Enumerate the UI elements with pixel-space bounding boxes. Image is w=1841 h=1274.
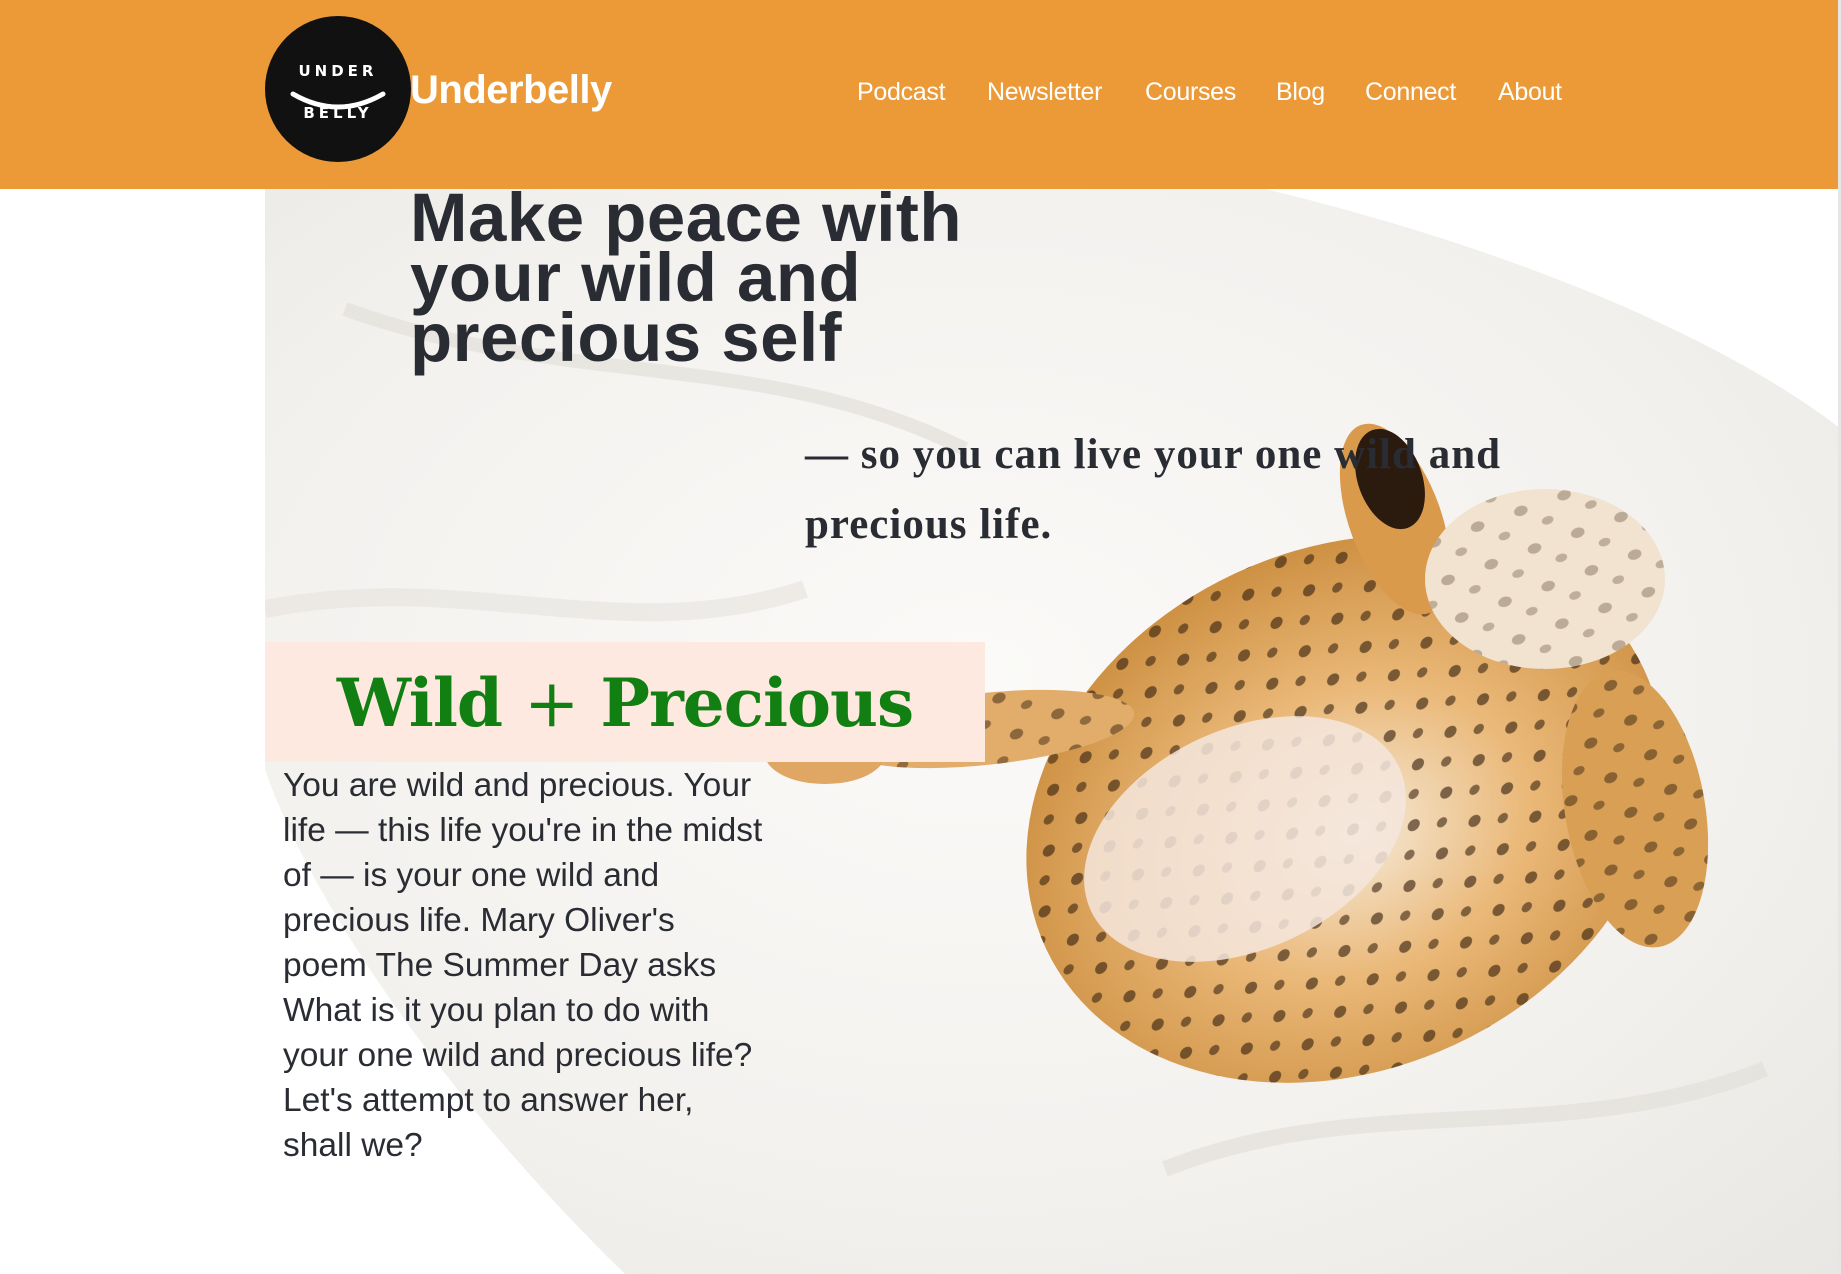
callout-title: Wild + Precious (265, 664, 985, 742)
brand-name[interactable]: Underbelly (410, 68, 612, 113)
callout-plus: + (524, 665, 579, 742)
site-logo[interactable]: UNDER BELLY (265, 16, 411, 162)
nav-podcast[interactable]: Podcast (857, 78, 946, 107)
nav-newsletter[interactable]: Newsletter (987, 78, 1102, 107)
hero-subline: — so you can live your one wild and prec… (805, 431, 1502, 548)
nav-courses[interactable]: Courses (1145, 78, 1236, 107)
hero-headline: Make peace with your wild and precious s… (410, 179, 963, 376)
nav-blog[interactable]: Blog (1276, 78, 1325, 107)
nav-connect[interactable]: Connect (1365, 78, 1456, 107)
callout-box: Wild + Precious (265, 642, 985, 762)
intro-paragraph: You are wild and precious. Your life — t… (283, 767, 763, 1164)
callout-word-precious: Precious (600, 664, 914, 742)
callout-word-wild: Wild (336, 664, 503, 742)
nav-about[interactable]: About (1498, 78, 1562, 107)
smile-arc-icon (290, 91, 386, 110)
logo-bottom-text: BELLY (303, 104, 373, 122)
